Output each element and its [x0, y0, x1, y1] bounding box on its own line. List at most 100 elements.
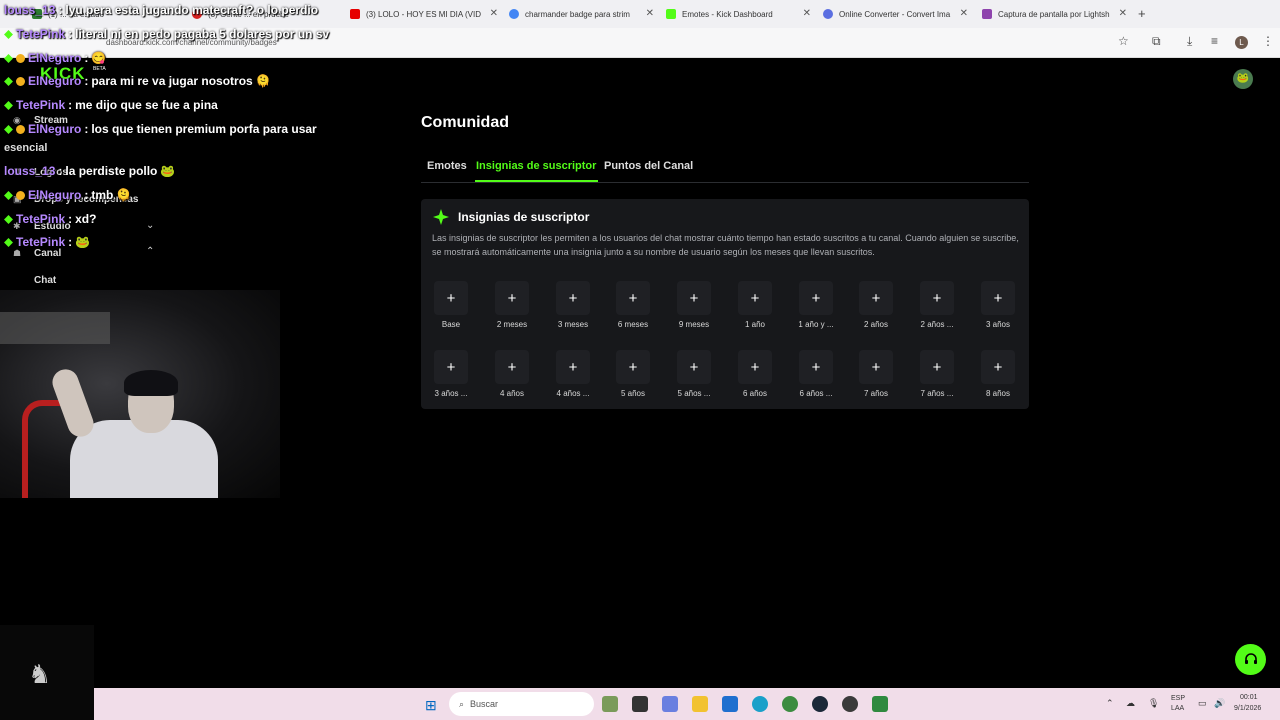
folder-icon[interactable] — [692, 696, 708, 712]
mic-icon[interactable]: 🎙 — [1148, 698, 1159, 709]
store-icon[interactable] — [722, 696, 738, 712]
tab-close-icon[interactable]: ✕ — [646, 8, 654, 19]
badge-label: 8 años — [985, 389, 1011, 398]
browser-tab[interactable]: (3) LOLO - HOY ES MI DIA (VID ✕ — [350, 4, 498, 24]
chevron-up-icon[interactable]: ⌃ — [146, 246, 154, 257]
add-badge-button[interactable]: + — [859, 281, 893, 315]
badge-slot: + 2 años ... — [914, 281, 960, 329]
page-title: Comunidad — [421, 114, 509, 131]
badge-slot: + 3 años — [975, 281, 1021, 329]
browser-tab-active[interactable]: Emotes - Kick Dashboard ✕ — [666, 4, 811, 24]
chrome-icon[interactable] — [782, 696, 798, 712]
chat-message: TetePink: me dijo que se fue a pina — [4, 98, 218, 112]
add-badge-button[interactable]: + — [434, 281, 468, 315]
badge-slot: + 2 meses — [489, 281, 535, 329]
tab-close-icon[interactable]: ✕ — [1119, 8, 1127, 19]
badge-slot: + 7 años ... — [914, 350, 960, 398]
sidebar-item-canal[interactable]: Canal — [34, 248, 61, 259]
excel-icon[interactable] — [872, 696, 888, 712]
browser-tab[interactable]: Online Converter - Convert Ima ✕ — [823, 4, 968, 24]
tab-close-icon[interactable]: ✕ — [960, 8, 968, 19]
tab-close-icon[interactable]: ✕ — [803, 8, 811, 19]
add-badge-button[interactable]: + — [677, 281, 711, 315]
cloud-icon[interactable]: ☁ — [1126, 698, 1135, 709]
badge-slot: + 1 año y ... — [793, 281, 839, 329]
task-view-icon[interactable] — [632, 696, 648, 712]
help-chat-button[interactable] — [1235, 644, 1266, 675]
app-icon[interactable] — [602, 696, 618, 712]
badge-slot: + 2 años — [853, 281, 899, 329]
add-badge-button[interactable]: + — [495, 281, 529, 315]
kick-beta-label: BETA — [93, 66, 106, 72]
add-badge-button[interactable]: + — [859, 350, 893, 384]
add-badge-button[interactable]: + — [434, 350, 468, 384]
add-badge-button[interactable]: + — [738, 281, 772, 315]
new-tab-button[interactable]: + — [1138, 6, 1146, 21]
card-description: Las insignias de suscriptor les permiten… — [432, 233, 1019, 257]
user-avatar[interactable]: 🐸 — [1233, 69, 1253, 89]
badge-label: 4 años — [499, 389, 525, 398]
badge-slot: + 4 años ... — [550, 350, 596, 398]
add-badge-button[interactable]: + — [616, 281, 650, 315]
add-badge-button[interactable]: + — [799, 350, 833, 384]
emote-icon: 😋 — [91, 51, 107, 65]
chevron-down-icon[interactable]: ⌄ — [146, 220, 154, 231]
copilot-icon[interactable] — [662, 696, 678, 712]
sub-badge-icon — [4, 124, 13, 134]
obs-icon[interactable] — [842, 696, 858, 712]
steam-icon[interactable] — [812, 696, 828, 712]
add-badge-button[interactable]: + — [920, 350, 954, 384]
network-icon[interactable]: ▭ — [1198, 698, 1207, 709]
sub-badge-icon — [4, 190, 13, 200]
edge-icon[interactable] — [752, 696, 768, 712]
clock-date: 9/1/2026 — [1234, 705, 1262, 712]
sub-badge-icon — [4, 76, 13, 86]
add-badge-button[interactable]: + — [556, 350, 590, 384]
emote-icon: 🫠 — [116, 188, 132, 202]
search-icon: ⌕ — [459, 698, 465, 709]
tab-subscriber-badges[interactable]: Insignias de suscriptor — [476, 160, 596, 172]
emote-icon: 🫠 — [255, 74, 271, 88]
sidebar-item-chat[interactable]: Chat — [34, 275, 56, 286]
clock-time[interactable]: 00:01 — [1240, 694, 1258, 701]
tab-emotes[interactable]: Emotes — [427, 160, 467, 172]
add-badge-button[interactable]: + — [677, 350, 711, 384]
reading-list-icon[interactable]: ≡ — [1211, 34, 1218, 48]
badge-label: 6 años ... — [799, 389, 833, 398]
windows-start-icon[interactable]: ⊞ — [425, 697, 437, 714]
browser-profile-avatar[interactable]: L — [1235, 36, 1248, 49]
tab-channel-points[interactable]: Puntos del Canal — [604, 160, 693, 172]
chat-text: tmb — [91, 188, 114, 202]
add-badge-button[interactable]: + — [616, 350, 650, 384]
extensions-icon[interactable]: ⧉ — [1152, 34, 1161, 49]
windows-taskbar: ⊞ ⌕ Buscar ⌃ ☁ 🎙 ESP LAA ▭ 🔊 00:01 9/1/2… — [94, 688, 1280, 720]
webcam-person-hair — [124, 370, 178, 396]
add-badge-button[interactable]: + — [799, 281, 833, 315]
sub-badge-icon — [4, 29, 13, 39]
add-badge-button[interactable]: + — [556, 281, 590, 315]
chat-text: los que tienen premium porfa para usar — [91, 122, 317, 136]
browser-tab[interactable]: Captura de pantalla por Lightsh ✕ — [982, 4, 1127, 24]
tab-close-icon[interactable]: ✕ — [490, 8, 498, 19]
add-badge-button[interactable]: + — [981, 281, 1015, 315]
download-icon[interactable]: ⤓ — [1187, 34, 1192, 49]
browser-tab[interactable]: charmander badge para strim ✕ — [509, 4, 654, 24]
add-badge-button[interactable]: + — [495, 350, 529, 384]
sub-badge-icon — [4, 100, 13, 110]
badge-slot: + 1 año — [732, 281, 778, 329]
add-badge-button[interactable]: + — [738, 350, 772, 384]
webcam-overlay — [0, 290, 280, 498]
bookmark-star-icon[interactable]: ☆ — [1118, 34, 1129, 48]
taskbar-search[interactable]: ⌕ Buscar — [449, 692, 594, 716]
volume-icon[interactable]: 🔊 — [1214, 698, 1225, 709]
active-tab-indicator — [475, 180, 598, 182]
add-badge-button[interactable]: + — [920, 281, 954, 315]
chat-username: ElNeguro — [28, 74, 82, 88]
badge-slot: + 3 meses — [550, 281, 596, 329]
webcam-background-ac — [0, 312, 110, 344]
tray-chevron-icon[interactable]: ⌃ — [1106, 698, 1114, 709]
language-code[interactable]: ESP — [1171, 695, 1185, 702]
menu-icon[interactable]: ⋮ — [1262, 34, 1274, 48]
webcam-chair — [22, 400, 68, 498]
add-badge-button[interactable]: + — [981, 350, 1015, 384]
